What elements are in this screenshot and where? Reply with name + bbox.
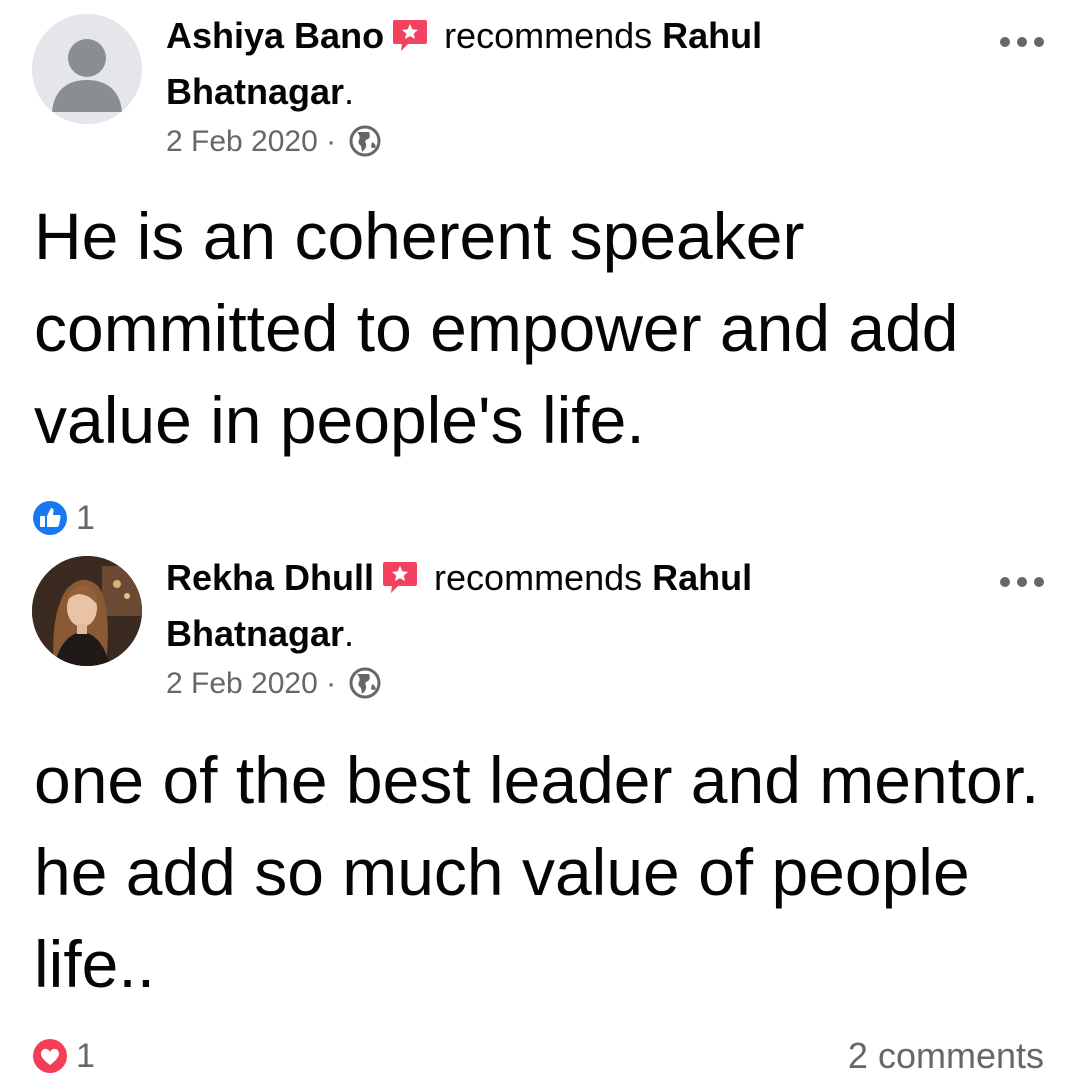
meta-separator: · (326, 125, 337, 158)
recommends-text: recommends (444, 15, 653, 56)
more-options-button[interactable] (1000, 32, 1044, 52)
recommend-badge-icon (393, 20, 428, 51)
recommendation-post: Rekha Dhull recommends Rahul Bhatnagar. … (0, 540, 1080, 1080)
recommendation-post: Ashiya Bano recommends Rahul Bhatnagar. … (0, 0, 1080, 540)
meta-separator: · (326, 667, 337, 700)
reaction-summary[interactable]: 1 (32, 1037, 95, 1076)
avatar-default[interactable] (32, 14, 142, 124)
avatar-photo[interactable] (32, 556, 142, 666)
post-header-line-1: Rekha Dhull recommends Rahul (166, 556, 752, 600)
period: . (344, 71, 355, 112)
reaction-summary[interactable]: 1 (32, 499, 95, 538)
post-meta: 2 Feb 2020 · (166, 666, 382, 702)
dot (1034, 37, 1044, 47)
profile-photo (32, 556, 142, 666)
default-person-icon (32, 14, 142, 124)
post-date[interactable]: 2 Feb 2020 (166, 667, 318, 700)
post-meta: 2 Feb 2020 · (166, 124, 382, 160)
globe-icon (349, 667, 381, 699)
dot (1000, 577, 1010, 587)
dot (1000, 37, 1010, 47)
post-header-line-1: Ashiya Bano recommends Rahul (166, 14, 762, 58)
post-text: He is an coherent speaker committed to e… (34, 199, 959, 457)
recommended-page-name[interactable]: Rahul (652, 557, 752, 598)
post-header-line-2: Bhatnagar. (166, 70, 354, 114)
reaction-row: 1 2 comments (32, 1034, 1044, 1078)
recommended-page-name-cont[interactable]: Bhatnagar (166, 613, 344, 654)
reaction-row: 1 (32, 496, 1044, 540)
dot (1017, 577, 1027, 587)
globe-icon (349, 125, 381, 157)
dot (1017, 37, 1027, 47)
post-header-line-2: Bhatnagar. (166, 612, 354, 656)
comments-count-link[interactable]: 2 comments (848, 1035, 1044, 1077)
recommended-page-name[interactable]: Rahul (662, 15, 762, 56)
post-date[interactable]: 2 Feb 2020 (166, 125, 318, 158)
dot (1034, 577, 1044, 587)
more-options-button[interactable] (1000, 572, 1044, 592)
author-name[interactable]: Ashiya Bano (166, 15, 384, 56)
post-text: one of the best leader and mentor. he ad… (34, 743, 1040, 1001)
reaction-count: 1 (76, 498, 95, 537)
period: . (344, 613, 355, 654)
thumbs-up-icon (33, 501, 67, 535)
reaction-count: 1 (76, 1036, 95, 1075)
heart-icon (33, 1039, 67, 1073)
recommends-text: recommends (434, 557, 643, 598)
recommended-page-name-cont[interactable]: Bhatnagar (166, 71, 344, 112)
recommend-badge-icon (383, 562, 418, 593)
author-name[interactable]: Rekha Dhull (166, 557, 374, 598)
